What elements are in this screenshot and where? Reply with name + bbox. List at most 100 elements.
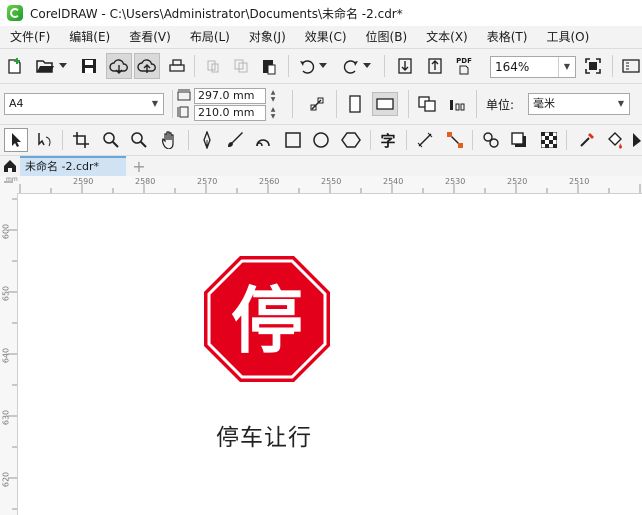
menu-table[interactable]: 表格(T) (477, 26, 537, 48)
import-icon[interactable] (394, 56, 416, 76)
open-dropdown-chevron-icon[interactable] (58, 60, 68, 72)
menu-layout[interactable]: 布局(L) (180, 26, 239, 48)
zoom-level-select[interactable]: 164% ▼ (490, 56, 576, 78)
rectangle-tool-icon[interactable] (282, 129, 304, 151)
menu-bitmaps[interactable]: 位图(B) (356, 26, 417, 48)
all-pages-icon[interactable] (416, 94, 438, 114)
units-value: 毫米 (533, 97, 555, 110)
sign-caption[interactable]: 停车让行 (216, 418, 312, 452)
stop-sign-graphic[interactable]: 停 (202, 254, 332, 384)
page-height-input[interactable]: 210.0 mm (194, 105, 266, 121)
artistic-media-tool-icon[interactable] (224, 129, 246, 151)
undo-dropdown-chevron-icon[interactable] (318, 60, 328, 72)
crop-tool-icon[interactable] (70, 129, 92, 151)
parallel-dimension-tool-icon[interactable] (414, 129, 436, 151)
menu-file[interactable]: 文件(F) (0, 26, 59, 48)
ruler-tick-label: 2510 (569, 177, 590, 186)
options-icon[interactable] (620, 56, 642, 76)
outline-tool-icon[interactable] (630, 129, 642, 151)
menu-text[interactable]: 文本(X) (416, 26, 477, 48)
units-select[interactable]: 毫米 ▼ (528, 93, 630, 115)
portrait-icon[interactable] (344, 94, 366, 114)
toolbar-divider (172, 90, 173, 118)
pick-tool-icon[interactable] (4, 128, 28, 152)
menu-effects[interactable]: 效果(C) (295, 26, 356, 48)
drop-shadow-tool-icon[interactable] (508, 129, 530, 151)
connector-tool-icon[interactable] (444, 129, 466, 151)
page-width-icon (176, 88, 192, 102)
ruler-tick-label: 600 (1, 223, 11, 240)
home-icon[interactable] (2, 158, 18, 174)
horizontal-ruler: mm 2590 2580 2570 2560 2550 2540 2530 25… (0, 176, 642, 194)
toolbar-divider (612, 55, 613, 77)
ruler-tick-label: 2570 (197, 177, 218, 186)
print-icon[interactable] (166, 56, 188, 76)
ruler-tick-label: 630 (1, 409, 11, 426)
toolbar-divider (406, 130, 407, 150)
interactive-fill-tool-icon[interactable] (604, 129, 626, 151)
page-width-input[interactable]: 297.0 mm (194, 88, 266, 104)
page-height-spinner[interactable]: ▲ ▼ (266, 105, 280, 121)
drawing-canvas[interactable]: 停 停车让行 (18, 194, 642, 515)
chevron-down-icon[interactable]: ▼ (558, 57, 575, 77)
toolbar-divider (472, 130, 473, 150)
vertical-ruler: 600 650 640 630 620 (0, 193, 18, 515)
export-icon[interactable] (424, 56, 446, 76)
menu-view[interactable]: 查看(V) (119, 26, 180, 48)
shape-tool-icon[interactable] (34, 129, 56, 151)
transparency-tool-icon[interactable] (538, 129, 560, 151)
text-tool-icon[interactable]: 字 (376, 129, 400, 151)
copy-icon[interactable] (230, 56, 252, 76)
redo-icon[interactable] (340, 56, 362, 76)
smart-drawing-tool-icon[interactable] (252, 129, 274, 151)
chevron-down-icon[interactable]: ▼ (613, 94, 629, 114)
cut-icon[interactable] (202, 56, 224, 76)
menu-bar: 文件(F) 编辑(E) 查看(V) 布局(L) 对象(J) 效果(C) 位图(B… (0, 26, 642, 49)
current-page-icon[interactable] (446, 94, 468, 114)
page-width-spinner[interactable]: ▲ ▼ (266, 88, 280, 104)
ruler-tick-label: 650 (1, 285, 11, 302)
menu-tools[interactable]: 工具(O) (536, 26, 598, 48)
stop-sign-character: 停 (231, 279, 303, 363)
ruler-tick-label: 620 (1, 471, 11, 488)
open-folder-icon[interactable] (34, 56, 56, 76)
toolbar-divider (194, 55, 195, 77)
menu-object[interactable]: 对象(J) (239, 26, 295, 48)
zoom-tool-icon[interactable] (100, 129, 122, 151)
toolbar-divider (384, 55, 385, 77)
property-bar: A4 ▼ 297.0 mm ▲ ▼ 210.0 mm ▲ ▼ 单位: 毫米 ▼ (0, 84, 642, 125)
zoom-to-page-icon[interactable] (582, 56, 604, 76)
page-size-value: A4 (9, 97, 24, 110)
save-icon[interactable] (78, 56, 100, 76)
cloud-import-icon[interactable] (106, 53, 132, 79)
add-tab-button[interactable]: + (130, 156, 148, 176)
paste-icon[interactable] (258, 56, 280, 76)
ellipse-tool-icon[interactable] (310, 129, 332, 151)
freehand-tool-icon[interactable] (196, 129, 218, 151)
eyedropper-tool-icon[interactable] (576, 129, 598, 151)
page-height-value: 210.0 mm (198, 106, 255, 119)
pan-tool-icon[interactable] (158, 129, 180, 151)
cloud-export-icon[interactable] (134, 53, 160, 79)
zoom-out-tool-icon[interactable] (128, 129, 150, 151)
new-document-icon[interactable] (4, 56, 26, 76)
toolbar-divider (292, 90, 293, 118)
toolbar-divider (62, 130, 63, 150)
page-size-select[interactable]: A4 ▼ (4, 93, 164, 115)
redo-dropdown-chevron-icon[interactable] (362, 60, 372, 72)
chevron-down-icon[interactable]: ▼ (147, 94, 163, 114)
ruler-tick-label: 2550 (321, 177, 342, 186)
toolbox: 字 (0, 125, 642, 156)
toolbar-divider (476, 90, 477, 118)
tab-document[interactable]: 未命名 -2.cdr* (20, 156, 126, 176)
lock-ratio-icon[interactable] (306, 94, 328, 114)
page-height-icon (176, 105, 192, 119)
polygon-tool-icon[interactable] (340, 129, 362, 151)
blend-tool-icon[interactable] (480, 129, 502, 151)
undo-icon[interactable] (296, 56, 318, 76)
publish-pdf-icon[interactable]: PDF (452, 55, 476, 77)
zoom-level-value: 164% (495, 60, 530, 74)
toolbar-divider (370, 130, 371, 150)
landscape-icon[interactable] (372, 92, 398, 116)
menu-edit[interactable]: 编辑(E) (59, 26, 119, 48)
